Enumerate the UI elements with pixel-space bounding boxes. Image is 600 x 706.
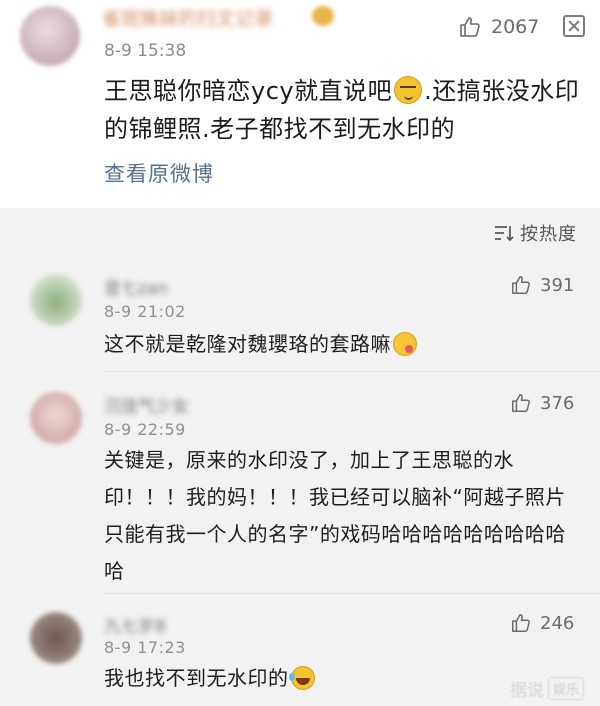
post-text-part1: 王思聪你暗恋ycy就直说吧 bbox=[104, 77, 393, 105]
commenter-avatar[interactable] bbox=[30, 612, 82, 664]
comment-like-count: 376 bbox=[540, 392, 575, 414]
commenter-name[interactable]: 九七岁8 bbox=[104, 612, 166, 637]
laugh-cry-icon bbox=[288, 666, 315, 690]
thumbs-up-icon bbox=[512, 394, 530, 412]
comment-item: 沉佳气少女 8-9 22:59 376 关键是，原来的水印没了，加上了王思聪的水… bbox=[0, 372, 600, 594]
comment-like-button[interactable]: 246 bbox=[510, 612, 574, 634]
comment-text: 关键是，原来的水印没了，加上了王思聪的水印！！！我的妈！！！我已经可以脑补“阿越… bbox=[104, 448, 566, 583]
comment-time: 8-9 17:23 bbox=[104, 638, 186, 657]
post-text: 王思聪你暗恋ycy就直说吧 .还搞张没水印的锦鲤照.老子都找不到无水印的 bbox=[104, 72, 584, 148]
post-time: 8-9 15:38 bbox=[104, 41, 187, 61]
commenter-name[interactable]: 沉佳气少女 bbox=[104, 392, 189, 417]
commenter-avatar[interactable] bbox=[30, 274, 82, 326]
sort-by-hot-button[interactable]: 按热度 bbox=[494, 220, 577, 246]
commenter-avatar[interactable] bbox=[30, 392, 82, 444]
author-name[interactable]: 雀斑姝妹的扫文记录 bbox=[102, 4, 273, 31]
post-like-button[interactable]: 2067 bbox=[458, 15, 539, 39]
comment-text-body: 这不就是乾隆对魏瓔珞的套路嘛 bbox=[104, 332, 391, 356]
commenter-name[interactable]: 昔七zan bbox=[104, 274, 168, 299]
comment-text-body: 我也找不到无水印的 bbox=[104, 666, 289, 690]
thumbs-up-icon bbox=[512, 614, 530, 632]
comment-list: 昔七zan 8-9 21:02 391 这不就是乾隆对魏瓔珞的套路嘛 沉佳气少女… bbox=[0, 254, 600, 704]
comment-time: 8-9 21:02 bbox=[104, 302, 186, 321]
author-avatar[interactable] bbox=[20, 6, 80, 66]
comment-text: 这不就是乾隆对魏瓔珞的套路嘛 bbox=[104, 326, 574, 363]
view-original-link[interactable]: 查看原微博 bbox=[104, 158, 214, 188]
thumbs-up-icon bbox=[512, 276, 530, 294]
comment-like-count: 391 bbox=[540, 274, 575, 296]
comment-item: 昔七zan 8-9 21:02 391 这不就是乾隆对魏瓔珞的套路嘛 bbox=[0, 254, 600, 372]
watermark: 据说 娱乐 bbox=[510, 676, 585, 701]
post-like-count: 2067 bbox=[491, 16, 540, 38]
comment-text: 我也找不到无水印的 bbox=[104, 660, 574, 697]
comment-like-button[interactable]: 376 bbox=[510, 392, 574, 414]
comment-time: 8-9 22:59 bbox=[104, 420, 186, 439]
comment-like-button[interactable]: 391 bbox=[510, 274, 574, 296]
watermark-text: 据说 bbox=[510, 681, 544, 701]
yum-face-icon bbox=[393, 332, 417, 356]
main-post: 雀斑姝妹的扫文记录 8-9 15:38 2067 王思聪你暗恋ycy就直说吧 .还… bbox=[0, 0, 600, 208]
sort-icon bbox=[495, 226, 514, 242]
thumbs-up-icon bbox=[460, 17, 480, 37]
sleepy-face-icon bbox=[394, 76, 423, 104]
close-icon[interactable] bbox=[563, 15, 585, 37]
watermark-badge: 娱乐 bbox=[548, 677, 585, 700]
sort-label: 按热度 bbox=[520, 224, 577, 245]
crown-badge-icon bbox=[312, 6, 334, 26]
comment-like-count: 246 bbox=[540, 612, 575, 634]
